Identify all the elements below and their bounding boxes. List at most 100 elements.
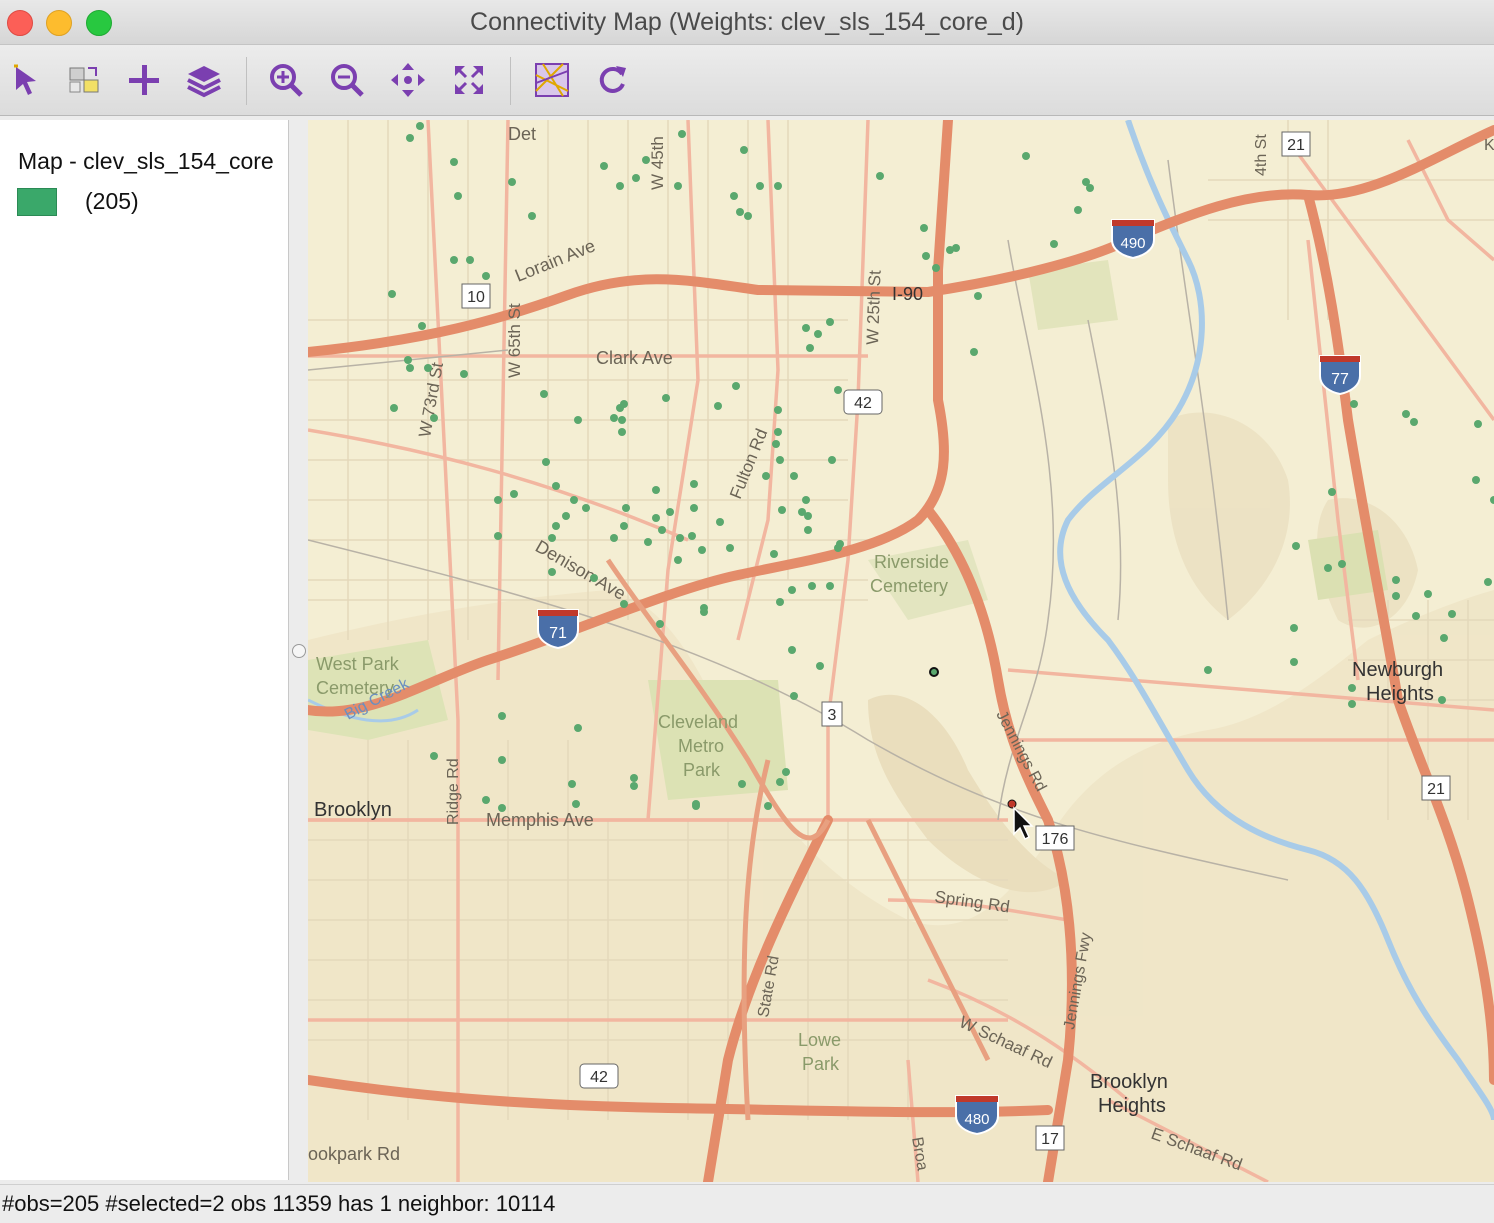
observation-point[interactable] <box>450 158 458 166</box>
select-shapes-icon[interactable] <box>64 60 104 100</box>
observation-point[interactable] <box>826 318 834 326</box>
observation-point[interactable] <box>1402 410 1410 418</box>
observation-point[interactable] <box>690 480 698 488</box>
observation-point[interactable] <box>568 780 576 788</box>
observation-point[interactable] <box>772 440 780 448</box>
observation-point[interactable] <box>618 428 626 436</box>
observation-point[interactable] <box>788 646 796 654</box>
selected-point[interactable] <box>929 667 939 677</box>
observation-point[interactable] <box>922 252 930 260</box>
observation-point[interactable] <box>736 208 744 216</box>
observation-point[interactable] <box>540 390 548 398</box>
observation-point[interactable] <box>790 472 798 480</box>
observation-point[interactable] <box>776 456 784 464</box>
observation-point[interactable] <box>1324 564 1332 572</box>
observation-point[interactable] <box>610 534 618 542</box>
observation-point[interactable] <box>498 804 506 812</box>
observation-point[interactable] <box>666 508 674 516</box>
observation-point[interactable] <box>652 514 660 522</box>
observation-point[interactable] <box>618 416 626 424</box>
observation-point[interactable] <box>700 608 708 616</box>
refresh-icon[interactable] <box>592 60 632 100</box>
observation-point[interactable] <box>732 382 740 390</box>
observation-point[interactable] <box>574 416 582 424</box>
observation-point[interactable] <box>744 212 752 220</box>
observation-point[interactable] <box>1424 590 1432 598</box>
observation-point[interactable] <box>1290 624 1298 632</box>
observation-point[interactable] <box>418 322 426 330</box>
observation-point[interactable] <box>802 324 810 332</box>
observation-point[interactable] <box>974 292 982 300</box>
observation-point[interactable] <box>494 532 502 540</box>
observation-point[interactable] <box>622 504 630 512</box>
observation-point[interactable] <box>1412 612 1420 620</box>
pointer-icon[interactable] <box>6 60 46 100</box>
observation-point[interactable] <box>406 364 414 372</box>
observation-point[interactable] <box>600 162 608 170</box>
observation-point[interactable] <box>656 620 664 628</box>
observation-point[interactable] <box>698 546 706 554</box>
observation-point[interactable] <box>1086 184 1094 192</box>
observation-point[interactable] <box>406 134 414 142</box>
observation-point[interactable] <box>620 522 628 530</box>
split-handle[interactable] <box>292 644 306 658</box>
observation-point[interactable] <box>662 394 670 402</box>
observation-point[interactable] <box>510 490 518 498</box>
observation-point[interactable] <box>416 122 424 130</box>
zoom-out-icon[interactable] <box>327 60 367 100</box>
observation-point[interactable] <box>774 428 782 436</box>
observation-point[interactable] <box>1472 476 1480 484</box>
observation-point[interactable] <box>816 662 824 670</box>
observation-point[interactable] <box>1292 542 1300 550</box>
observation-point[interactable] <box>632 174 640 182</box>
observation-point[interactable] <box>778 506 786 514</box>
observation-point[interactable] <box>920 224 928 232</box>
observation-point[interactable] <box>1204 666 1212 674</box>
observation-point[interactable] <box>970 348 978 356</box>
observation-point[interactable] <box>690 504 698 512</box>
observation-point[interactable] <box>508 178 516 186</box>
observation-point[interactable] <box>674 182 682 190</box>
observation-point[interactable] <box>652 486 660 494</box>
neighbor-point[interactable] <box>1007 799 1017 809</box>
zoom-in-icon[interactable] <box>266 60 306 100</box>
observation-point[interactable] <box>1438 696 1446 704</box>
observation-point[interactable] <box>946 246 954 254</box>
observation-point[interactable] <box>688 532 696 540</box>
observation-point[interactable] <box>498 712 506 720</box>
observation-point[interactable] <box>834 386 842 394</box>
observation-point[interactable] <box>1410 418 1418 426</box>
observation-point[interactable] <box>590 574 598 582</box>
observation-point[interactable] <box>804 526 812 534</box>
observation-point[interactable] <box>616 404 624 412</box>
observation-point[interactable] <box>430 752 438 760</box>
observation-point[interactable] <box>1050 240 1058 248</box>
observation-point[interactable] <box>1440 634 1448 642</box>
observation-point[interactable] <box>1328 488 1336 496</box>
observation-point[interactable] <box>552 522 560 530</box>
layers-icon[interactable] <box>184 60 224 100</box>
observation-point[interactable] <box>1350 400 1358 408</box>
observation-point[interactable] <box>790 692 798 700</box>
observation-point[interactable] <box>1448 610 1456 618</box>
observation-point[interactable] <box>756 182 764 190</box>
observation-point[interactable] <box>572 800 580 808</box>
observation-point[interactable] <box>738 780 746 788</box>
observation-point[interactable] <box>450 256 458 264</box>
observation-point[interactable] <box>552 482 560 490</box>
observation-point[interactable] <box>460 370 468 378</box>
legend-swatch[interactable] <box>17 188 57 216</box>
observation-point[interactable] <box>762 472 770 480</box>
observation-point[interactable] <box>814 330 822 338</box>
observation-point[interactable] <box>1392 592 1400 600</box>
observation-point[interactable] <box>1022 152 1030 160</box>
observation-point[interactable] <box>1348 684 1356 692</box>
map-canvas[interactable]: Det W 45th Lorain Ave W 65th St W 73rd S… <box>308 120 1494 1182</box>
observation-point[interactable] <box>802 496 810 504</box>
observation-point[interactable] <box>498 756 506 764</box>
observation-point[interactable] <box>642 156 650 164</box>
observation-point[interactable] <box>494 496 502 504</box>
observation-point[interactable] <box>678 130 686 138</box>
observation-point[interactable] <box>1290 658 1298 666</box>
observation-point[interactable] <box>390 404 398 412</box>
